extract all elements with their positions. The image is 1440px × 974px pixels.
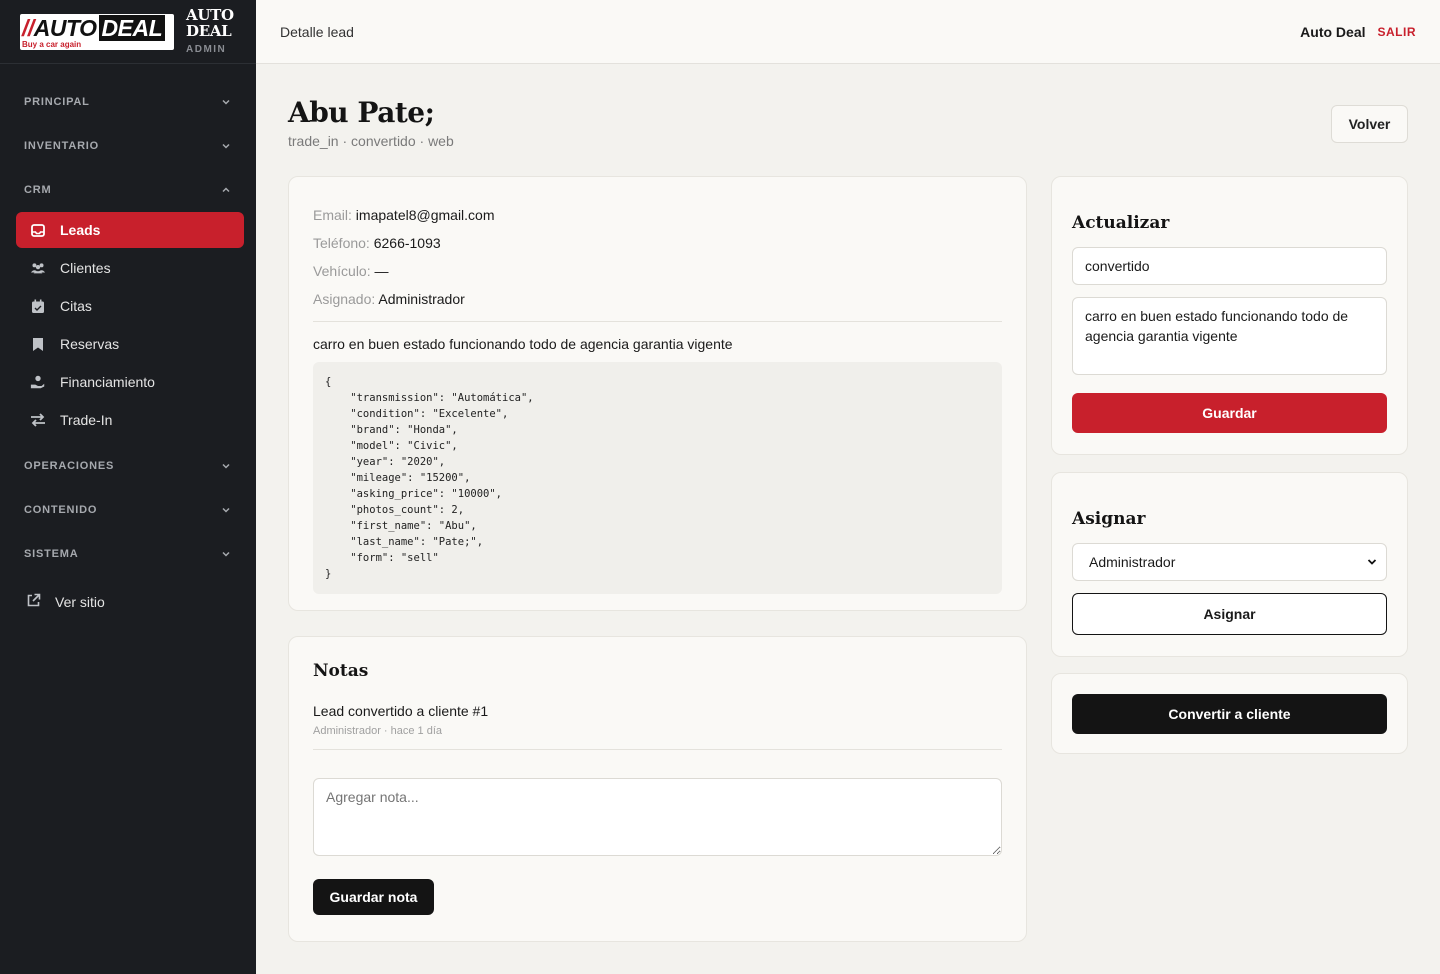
back-button[interactable]: Volver bbox=[1331, 105, 1408, 143]
lead-json-payload: { "transmission": "Automática", "conditi… bbox=[313, 362, 1002, 594]
section-inventario-label: INVENTARIO bbox=[24, 140, 100, 152]
brand[interactable]: //AUTO DEAL Buy a car again AUTO DEAL ADM… bbox=[0, 0, 256, 64]
main-content: Abu Pate; trade_in · convertido · web Vo… bbox=[256, 64, 1440, 974]
section-contenido[interactable]: CONTENIDO bbox=[0, 488, 256, 532]
section-principal-label: PRINCIPAL bbox=[24, 96, 90, 108]
sidebar-item-reservas[interactable]: Reservas bbox=[16, 326, 244, 362]
lead-info-card: Email: imapatel8@gmail.com Teléfono: 626… bbox=[288, 176, 1027, 611]
save-note-button[interactable]: Guardar nota bbox=[313, 879, 434, 915]
breadcrumb: Detalle lead bbox=[280, 23, 354, 40]
update-title: Actualizar bbox=[1072, 213, 1170, 233]
bookmark-icon bbox=[30, 336, 46, 352]
convert-card: Convertir a cliente bbox=[1051, 673, 1408, 754]
sidebar-item-label: Financiamiento bbox=[60, 374, 155, 390]
email-value: imapatel8@gmail.com bbox=[355, 207, 495, 223]
update-card: Actualizar convertido carro en buen esta… bbox=[1051, 176, 1408, 455]
page-subtitle: trade_in · convertido · web bbox=[288, 133, 454, 149]
logo-deal-text: DEAL bbox=[98, 14, 166, 41]
phone-label: Teléfono: bbox=[313, 235, 370, 251]
topbar-user-area: Auto Deal SALIR bbox=[1300, 24, 1416, 40]
lead-phone-row: Teléfono: 6266-1093 bbox=[313, 229, 1002, 257]
chevron-up-icon bbox=[222, 187, 230, 193]
lead-description: carro en buen estado funcionando todo de… bbox=[313, 336, 733, 352]
section-crm-label: CRM bbox=[24, 184, 52, 196]
autodeal-logo: //AUTO DEAL Buy a car again bbox=[20, 13, 174, 50]
user-name: Auto Deal bbox=[1300, 23, 1366, 40]
save-button[interactable]: Guardar bbox=[1072, 393, 1387, 433]
chevron-down-icon bbox=[222, 99, 230, 105]
chevron-down-icon bbox=[1367, 559, 1377, 565]
chevron-down-icon bbox=[222, 507, 230, 513]
assign-card: Asignar Administrador Asignar bbox=[1051, 472, 1408, 657]
divider bbox=[313, 749, 1002, 750]
section-principal[interactable]: PRINCIPAL bbox=[0, 80, 256, 124]
phone-value: 6266-1093 bbox=[373, 235, 441, 251]
chevron-down-icon bbox=[222, 143, 230, 149]
hand-coin-icon bbox=[30, 374, 46, 390]
inbox-icon bbox=[30, 222, 46, 238]
sidebar-nav: PRINCIPAL INVENTARIO CRM Leads Clientes … bbox=[0, 64, 256, 624]
chevron-down-icon bbox=[222, 551, 230, 557]
assignee-selected-value: Administrador bbox=[1089, 554, 1176, 570]
section-operaciones[interactable]: OPERACIONES bbox=[0, 444, 256, 488]
email-label: Email: bbox=[313, 207, 352, 223]
users-icon bbox=[30, 260, 46, 276]
note-text: Lead convertido a cliente #1 bbox=[313, 703, 489, 719]
topbar: Detalle lead Auto Deal SALIR bbox=[256, 0, 1440, 64]
calendar-icon bbox=[30, 298, 46, 314]
section-inventario[interactable]: INVENTARIO bbox=[0, 124, 256, 168]
ver-sitio-label: Ver sitio bbox=[55, 594, 105, 610]
lead-vehicle-row: Vehículo: — bbox=[313, 257, 1002, 285]
external-link-icon bbox=[26, 593, 41, 611]
logout-button[interactable]: SALIR bbox=[1378, 25, 1417, 39]
assign-title: Asignar bbox=[1072, 509, 1146, 529]
section-operaciones-label: OPERACIONES bbox=[24, 460, 115, 472]
chevron-down-icon bbox=[222, 463, 230, 469]
sidebar-item-label: Citas bbox=[60, 298, 92, 314]
crm-items: Leads Clientes Citas Reservas Financiami… bbox=[0, 212, 256, 444]
convert-to-client-button[interactable]: Convertir a cliente bbox=[1072, 694, 1387, 734]
sidebar-item-financiamiento[interactable]: Financiamiento bbox=[16, 364, 244, 400]
brand-name-line1: AUTO bbox=[186, 6, 234, 24]
lead-assigned-row: Asignado: Administrador bbox=[313, 285, 1002, 313]
status-input[interactable]: convertido bbox=[1072, 247, 1387, 285]
sidebar-item-trade-in[interactable]: Trade-In bbox=[16, 402, 244, 438]
vehicle-value: — bbox=[374, 263, 389, 279]
update-notes-textarea[interactable]: carro en buen estado funcionando todo de… bbox=[1072, 297, 1387, 375]
swap-icon bbox=[30, 412, 46, 428]
brand-name: AUTO DEAL ADMIN bbox=[186, 8, 234, 55]
logo-auto-text: AUTO bbox=[33, 14, 97, 41]
section-crm[interactable]: CRM bbox=[0, 168, 256, 212]
section-sistema[interactable]: SISTEMA bbox=[0, 532, 256, 576]
assigned-label: Asignado: bbox=[313, 291, 376, 307]
lead-email-row: Email: imapatel8@gmail.com bbox=[313, 201, 1002, 229]
sidebar: //AUTO DEAL Buy a car again AUTO DEAL ADM… bbox=[0, 0, 256, 974]
note-meta: Administrador · hace 1 día bbox=[313, 725, 443, 737]
note-input[interactable] bbox=[313, 778, 1002, 856]
section-contenido-label: CONTENIDO bbox=[24, 504, 98, 516]
brand-name-line2: DEAL bbox=[186, 22, 232, 40]
assignee-select[interactable]: Administrador bbox=[1072, 543, 1387, 581]
assigned-value: Administrador bbox=[378, 291, 465, 307]
vehicle-label: Vehículo: bbox=[313, 263, 371, 279]
sidebar-item-clientes[interactable]: Clientes bbox=[16, 250, 244, 286]
notes-title: Notas bbox=[313, 661, 369, 681]
sidebar-item-label: Clientes bbox=[60, 260, 111, 276]
sidebar-item-label: Reservas bbox=[60, 336, 120, 352]
note-item: Lead convertido a cliente #1 Administrad… bbox=[313, 703, 1002, 737]
divider bbox=[313, 321, 1002, 322]
sidebar-item-citas[interactable]: Citas bbox=[16, 288, 244, 324]
ver-sitio-link[interactable]: Ver sitio bbox=[0, 580, 256, 624]
sidebar-item-label: Trade-In bbox=[60, 412, 113, 428]
notes-card: Notas Lead convertido a cliente #1 Admin… bbox=[288, 636, 1027, 942]
assign-button[interactable]: Asignar bbox=[1072, 593, 1387, 635]
brand-name-line3: ADMIN bbox=[186, 44, 227, 55]
page-title: Abu Pate; bbox=[288, 96, 435, 129]
sidebar-item-label: Leads bbox=[60, 222, 101, 238]
section-sistema-label: SISTEMA bbox=[24, 548, 79, 560]
logo-tagline: Buy a car again bbox=[22, 39, 82, 49]
sidebar-item-leads[interactable]: Leads bbox=[16, 212, 244, 248]
page-header: Abu Pate; trade_in · convertido · web Vo… bbox=[288, 96, 1408, 176]
